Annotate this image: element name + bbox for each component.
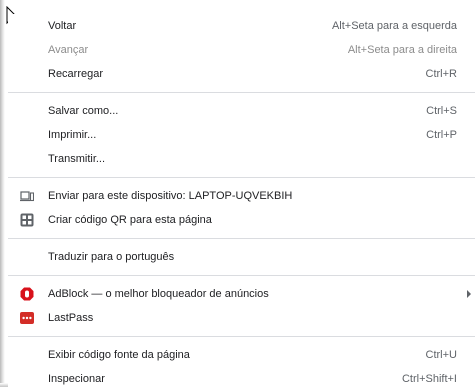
menu-item-shortcut: Ctrl+S [426,105,457,117]
menu-item-back[interactable]: Voltar Alt+Seta para a esquerda [8,14,475,38]
menu-item-lastpass[interactable]: LastPass [8,306,475,330]
qr-code-icon [20,213,34,227]
menu-item-reload[interactable]: Recarregar Ctrl+R [8,62,475,86]
menu-item-label: Avançar [48,44,89,56]
menu-item-send-to-device[interactable]: Enviar para este dispositivo: LAPTOP-UQV… [8,184,475,208]
menu-item-shortcut: Ctrl+R [425,68,457,80]
menu-item-save-as[interactable]: Salvar como... Ctrl+S [8,99,475,123]
menu-item-qr-code[interactable]: Criar código QR para esta página [8,208,475,232]
menu-separator [8,92,475,93]
menu-separator [8,275,475,276]
menu-item-shortcut: Ctrl+Shift+I [401,373,457,385]
menu-item-label: Imprimir... [48,129,97,141]
context-menu-screenshot: Voltar Alt+Seta para a esquerda Avançar … [0,0,475,387]
device-icon [20,191,34,202]
menu-item-print[interactable]: Imprimir... Ctrl+P [8,123,475,147]
menu-item-shortcut: Alt+Seta para a direita [347,44,457,56]
submenu-arrow-icon [467,290,471,298]
menu-item-label: Transmitir... [48,153,106,165]
menu-item-label: Voltar [48,20,77,32]
menu-item-label: Criar código QR para esta página [48,214,212,226]
menu-shadow-left [0,0,5,387]
menu-item-view-source[interactable]: Exibir código fonte da página Ctrl+U [8,343,475,367]
menu-item-translate[interactable]: Traduzir para o português [8,245,475,269]
menu-item-label: Traduzir para o português [48,251,175,263]
context-menu: Voltar Alt+Seta para a esquerda Avançar … [8,14,475,387]
menu-separator [8,177,475,178]
menu-item-label: LastPass [48,312,94,324]
menu-item-label: Salvar como... [48,105,119,117]
menu-item-label: AdBlock — o melhor bloqueador de anúncio… [48,288,269,300]
menu-item-shortcut: Ctrl+U [425,349,457,361]
menu-item-inspect[interactable]: Inspecionar Ctrl+Shift+I [8,367,475,387]
menu-separator [8,336,475,337]
menu-item-adblock[interactable]: AdBlock — o melhor bloqueador de anúncio… [8,282,475,306]
adblock-icon [20,287,34,301]
menu-item-label: Exibir código fonte da página [48,349,190,361]
menu-separator [8,238,475,239]
menu-item-label: Enviar para este dispositivo: LAPTOP-UQV… [48,190,293,202]
menu-item-cast[interactable]: Transmitir... [8,147,475,171]
menu-item-label: Inspecionar [48,373,105,385]
menu-item-shortcut: Ctrl+P [426,129,457,141]
lastpass-icon [20,312,34,324]
menu-item-shortcut: Alt+Seta para a esquerda [331,20,457,32]
menu-item-label: Recarregar [48,68,104,80]
menu-item-forward[interactable]: Avançar Alt+Seta para a direita [8,38,475,62]
